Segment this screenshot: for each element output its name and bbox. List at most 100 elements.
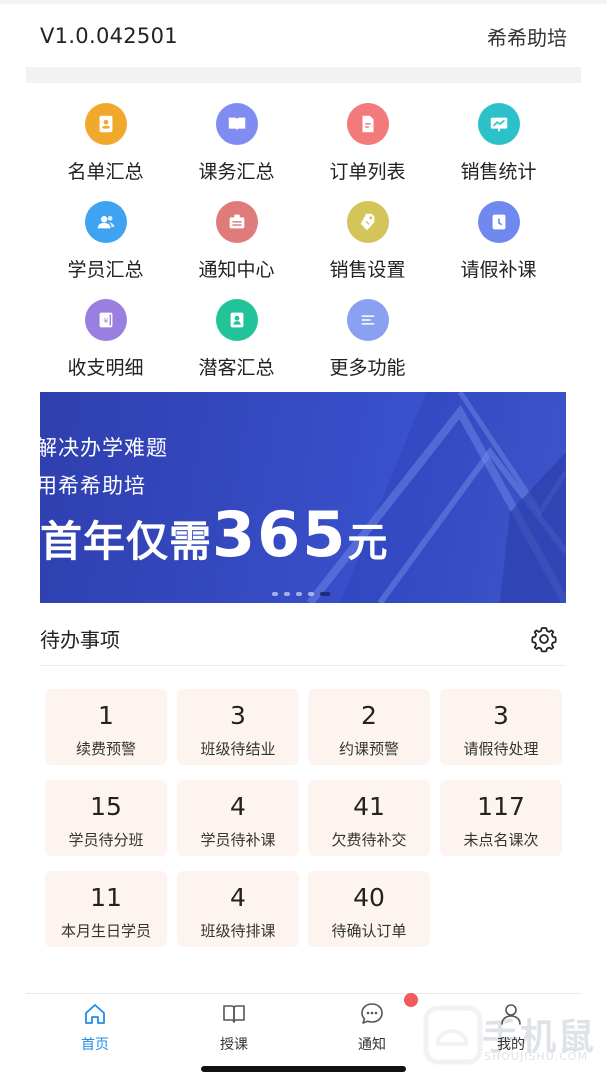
menu-item-sales-settings[interactable]: 销售设置 [302, 196, 433, 286]
tab-label: 授课 [220, 1037, 248, 1053]
menu-item-label: 课务汇总 [198, 161, 275, 183]
todo-count: 117 [477, 792, 525, 821]
tab-notifications[interactable]: 通知 [327, 1000, 417, 1054]
todo-label: 学员待补课 [200, 831, 276, 849]
menu-item-label: 销售统计 [460, 161, 537, 183]
home-icon [85, 1004, 105, 1024]
carousel-dot[interactable] [272, 592, 278, 596]
document-icon [346, 103, 389, 145]
open-book-icon [215, 103, 258, 145]
todo-label: 待确认订单 [331, 922, 407, 940]
calendar-clock-icon [477, 201, 520, 243]
menu-item-label: 销售设置 [329, 259, 406, 281]
carousel-dot[interactable] [308, 592, 314, 596]
menu-item-more-features[interactable]: 更多功能 [302, 294, 433, 384]
menu-item-order-list[interactable]: 订单列表 [302, 98, 433, 188]
todo-count: 40 [353, 883, 385, 912]
contact-card-icon [215, 299, 258, 341]
tab-home[interactable]: 首页 [50, 1000, 140, 1054]
menu-item-leave-makeup[interactable]: 请假补课 [433, 196, 564, 286]
book-icon [223, 1005, 245, 1023]
todo-label: 未点名课次 [463, 831, 539, 849]
todo-header: 待办事项 [40, 612, 566, 666]
menu-item-roster-summary[interactable]: 名单汇总 [40, 98, 171, 188]
svg-text:¥: ¥ [103, 316, 108, 325]
todo-count: 4 [230, 883, 246, 912]
users-icon [84, 201, 127, 243]
gear-icon[interactable] [530, 625, 558, 653]
finance-book-icon: ¥ [84, 299, 127, 341]
todo-label: 本月生日学员 [60, 922, 151, 940]
todo-card-booking-warning[interactable]: 2 约课预警 [308, 689, 430, 765]
brand-name: 希希助培 [487, 25, 567, 50]
tab-profile[interactable]: 我的 [466, 1000, 556, 1054]
price-tag-icon [346, 201, 389, 243]
notification-badge [404, 993, 418, 1007]
banner-price-number: 365 [212, 498, 348, 571]
todo-label: 班级待排课 [200, 922, 276, 940]
todo-count: 15 [90, 792, 122, 821]
bottom-tab-bar: 首页 授课 通知 我的 [26, 993, 581, 1053]
menu-item-label: 学员汇总 [67, 259, 144, 281]
banner-price-unit: 元 [347, 520, 388, 566]
menu-item-label: 请假补课 [460, 259, 537, 281]
todo-card-students-unassigned[interactable]: 15 学员待分班 [45, 780, 167, 856]
app-header: V1.0.042501 希希助培 [26, 4, 581, 68]
menu-item-label: 收支明细 [67, 357, 144, 379]
todo-label: 约课预警 [338, 740, 399, 758]
todo-card-leave-pending[interactable]: 3 请假待处理 [440, 689, 562, 765]
banner-price-line: 首年仅需365元 [40, 498, 387, 571]
todo-count: 3 [493, 701, 509, 730]
todo-card-renewal-warning[interactable]: 1 续费预警 [45, 689, 167, 765]
banner-price-prefix: 首年仅需 [40, 517, 213, 566]
menu-item-sales-stats[interactable]: 销售统计 [433, 98, 564, 188]
carousel-dot[interactable] [296, 592, 302, 596]
todo-card-class-scheduling[interactable]: 4 班级待排课 [177, 871, 299, 947]
todo-count: 4 [230, 792, 246, 821]
todo-card-class-pending-graduation[interactable]: 3 班级待结业 [177, 689, 299, 765]
menu-item-label: 名单汇总 [67, 161, 144, 183]
todo-label: 班级待结业 [200, 740, 276, 758]
promo-banner[interactable]: 解决办学难题 用希希助培 首年仅需365元 [40, 392, 566, 603]
contacts-book-icon [84, 103, 127, 145]
todo-label: 续费预警 [75, 740, 136, 758]
tab-label: 我的 [497, 1037, 525, 1053]
home-indicator[interactable] [201, 1066, 406, 1072]
user-icon [501, 1004, 521, 1025]
menu-item-prospect-summary[interactable]: 潜客汇总 [171, 294, 302, 384]
todo-card-birthdays[interactable]: 11 本月生日学员 [45, 871, 167, 947]
banner-line-2: 用希希助培 [40, 474, 146, 498]
menu-item-student-summary[interactable]: 学员汇总 [40, 196, 171, 286]
menu-item-notice-center[interactable]: 通知中心 [171, 196, 302, 286]
tab-label: 首页 [81, 1037, 109, 1053]
todo-label: 学员待分班 [68, 831, 144, 849]
todo-label: 请假待处理 [463, 740, 539, 758]
todo-card-students-makeup[interactable]: 4 学员待补课 [177, 780, 299, 856]
carousel-dot[interactable] [284, 592, 290, 596]
todo-count: 11 [90, 883, 122, 912]
banner-line-1: 解决办学难题 [40, 436, 168, 460]
menu-item-income-expense[interactable]: ¥ 收支明细 [40, 294, 171, 384]
chat-bubble-icon [361, 1003, 383, 1024]
menu-item-label: 更多功能 [329, 357, 406, 379]
menu-item-course-summary[interactable]: 课务汇总 [171, 98, 302, 188]
chart-board-icon [477, 103, 520, 145]
header-separator [26, 67, 581, 83]
todo-count: 3 [230, 701, 246, 730]
more-lines-icon [346, 299, 389, 341]
todo-count: 41 [353, 792, 385, 821]
todo-label: 欠费待补交 [331, 831, 407, 849]
tab-teaching[interactable]: 授课 [189, 1000, 279, 1054]
carousel-dots[interactable] [272, 592, 330, 596]
notice-icon [215, 201, 258, 243]
todo-card-orders-pending[interactable]: 40 待确认订单 [308, 871, 430, 947]
menu-item-label: 潜客汇总 [198, 357, 275, 379]
menu-item-label: 订单列表 [329, 161, 406, 183]
todo-count: 1 [98, 701, 114, 730]
menu-item-label: 通知中心 [198, 259, 275, 281]
tab-label: 通知 [358, 1037, 386, 1053]
carousel-dot[interactable] [320, 592, 330, 596]
todo-card-arrears[interactable]: 41 欠费待补交 [308, 780, 430, 856]
todo-count: 2 [361, 701, 377, 730]
todo-card-unmarked-sessions[interactable]: 117 未点名课次 [440, 780, 562, 856]
